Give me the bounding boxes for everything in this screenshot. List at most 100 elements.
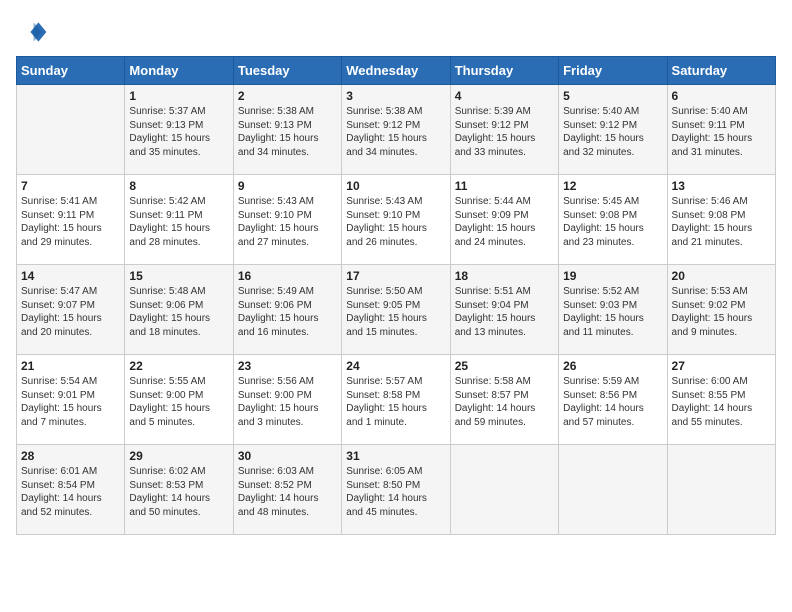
calendar-cell: 17Sunrise: 5:50 AM Sunset: 9:05 PM Dayli… — [342, 265, 450, 355]
column-header-friday: Friday — [559, 57, 667, 85]
day-info: Sunrise: 5:56 AM Sunset: 9:00 PM Dayligh… — [238, 375, 337, 429]
calendar-cell: 19 Sunrise: 5:52 AM Sunset: 9:03 PM Dayli… — [559, 265, 667, 355]
calendar-cell: 2 Sunrise: 5:38 AM Sunset: 9:13 PM Daylig… — [233, 85, 341, 175]
calendar-cell: 15 Sunrise: 5:48 AM Sunset: 9:06 PM Dayli… — [125, 265, 233, 355]
day-info: Sunrise: 5:40 AM Sunset: 9:11 PM Dayligh… — [672, 105, 771, 159]
column-header-tuesday: Tuesday — [233, 57, 341, 85]
day-number: 28 — [21, 449, 120, 463]
day-number: 7 — [21, 179, 120, 193]
day-number: 11 — [455, 179, 554, 193]
week-row-2: 7 Sunrise: 5:41 AM Sunset: 9:11 PM Daylig… — [17, 175, 776, 265]
day-number: 18 — [455, 269, 554, 283]
day-number: 8 — [129, 179, 228, 193]
day-number: 12 — [563, 179, 662, 193]
day-number: 10 — [346, 179, 445, 193]
calendar-cell: 28Sunrise: 6:01 AM Sunset: 8:54 PM Dayli… — [17, 445, 125, 535]
day-info: Sunrise: 5:51 AM Sunset: 9:04 PM Dayligh… — [455, 285, 554, 339]
day-number: 1 — [129, 89, 228, 103]
day-info: Sunrise: 6:05 AM Sunset: 8:50 PM Dayligh… — [346, 465, 445, 519]
column-header-sunday: Sunday — [17, 57, 125, 85]
calendar-table: SundayMondayTuesdayWednesdayThursdayFrid… — [16, 56, 776, 535]
logo-icon — [16, 16, 48, 48]
calendar-cell: 9 Sunrise: 5:43 AM Sunset: 9:10 PM Daylig… — [233, 175, 341, 265]
calendar-cell: 14 Sunrise: 5:47 AM Sunset: 9:07 PM Dayli… — [17, 265, 125, 355]
day-number: 22 — [129, 359, 228, 373]
day-info: Sunrise: 5:49 AM Sunset: 9:06 PM Dayligh… — [238, 285, 337, 339]
calendar-cell: 24Sunrise: 5:57 AM Sunset: 8:58 PM Dayli… — [342, 355, 450, 445]
day-info: Sunrise: 5:43 AM Sunset: 9:10 PM Dayligh… — [238, 195, 337, 249]
day-number: 15 — [129, 269, 228, 283]
calendar-cell: 13 Sunrise: 5:46 AM Sunset: 9:08 PM Dayli… — [667, 175, 775, 265]
day-number: 5 — [563, 89, 662, 103]
day-info: Sunrise: 5:53 AM Sunset: 9:02 PM Dayligh… — [672, 285, 771, 339]
calendar-cell: 11Sunrise: 5:44 AM Sunset: 9:09 PM Dayli… — [450, 175, 558, 265]
day-number: 9 — [238, 179, 337, 193]
day-info: Sunrise: 5:43 AM Sunset: 9:10 PM Dayligh… — [346, 195, 445, 249]
page-header — [16, 16, 776, 48]
column-header-wednesday: Wednesday — [342, 57, 450, 85]
calendar-cell: 22 Sunrise: 5:55 AM Sunset: 9:00 PM Dayli… — [125, 355, 233, 445]
calendar-cell: 4 Sunrise: 5:39 AM Sunset: 9:12 PM Daylig… — [450, 85, 558, 175]
day-number: 14 — [21, 269, 120, 283]
day-number: 16 — [238, 269, 337, 283]
day-info: Sunrise: 5:47 AM Sunset: 9:07 PM Dayligh… — [21, 285, 120, 339]
day-info: Sunrise: 5:55 AM Sunset: 9:00 PM Dayligh… — [129, 375, 228, 429]
calendar-cell — [667, 445, 775, 535]
day-info: Sunrise: 5:50 AM Sunset: 9:05 PM Dayligh… — [346, 285, 445, 339]
calendar-cell — [559, 445, 667, 535]
day-info: Sunrise: 6:03 AM Sunset: 8:52 PM Dayligh… — [238, 465, 337, 519]
calendar-cell: 18 Sunrise: 5:51 AM Sunset: 9:04 PM Dayli… — [450, 265, 558, 355]
day-number: 3 — [346, 89, 445, 103]
day-info: Sunrise: 5:42 AM Sunset: 9:11 PM Dayligh… — [129, 195, 228, 249]
calendar-cell: 7 Sunrise: 5:41 AM Sunset: 9:11 PM Daylig… — [17, 175, 125, 265]
day-info: Sunrise: 5:54 AM Sunset: 9:01 PM Dayligh… — [21, 375, 120, 429]
day-number: 25 — [455, 359, 554, 373]
calendar-cell: 20 Sunrise: 5:53 AM Sunset: 9:02 PM Dayli… — [667, 265, 775, 355]
week-row-5: 28Sunrise: 6:01 AM Sunset: 8:54 PM Dayli… — [17, 445, 776, 535]
day-info: Sunrise: 5:48 AM Sunset: 9:06 PM Dayligh… — [129, 285, 228, 339]
day-info: Sunrise: 6:02 AM Sunset: 8:53 PM Dayligh… — [129, 465, 228, 519]
day-info: Sunrise: 5:58 AM Sunset: 8:57 PM Dayligh… — [455, 375, 554, 429]
day-info: Sunrise: 5:45 AM Sunset: 9:08 PM Dayligh… — [563, 195, 662, 249]
day-info: Sunrise: 5:57 AM Sunset: 8:58 PM Dayligh… — [346, 375, 445, 429]
calendar-cell: 5 Sunrise: 5:40 AM Sunset: 9:12 PM Daylig… — [559, 85, 667, 175]
column-header-saturday: Saturday — [667, 57, 775, 85]
day-info: Sunrise: 5:38 AM Sunset: 9:13 PM Dayligh… — [238, 105, 337, 159]
week-row-1: 1 Sunrise: 5:37 AM Sunset: 9:13 PM Daylig… — [17, 85, 776, 175]
day-info: Sunrise: 5:52 AM Sunset: 9:03 PM Dayligh… — [563, 285, 662, 339]
day-number: 26 — [563, 359, 662, 373]
calendar-cell — [450, 445, 558, 535]
week-row-3: 14 Sunrise: 5:47 AM Sunset: 9:07 PM Dayli… — [17, 265, 776, 355]
day-info: Sunrise: 5:39 AM Sunset: 9:12 PM Dayligh… — [455, 105, 554, 159]
column-header-thursday: Thursday — [450, 57, 558, 85]
header-row: SundayMondayTuesdayWednesdayThursdayFrid… — [17, 57, 776, 85]
day-info: Sunrise: 5:41 AM Sunset: 9:11 PM Dayligh… — [21, 195, 120, 249]
day-number: 21 — [21, 359, 120, 373]
calendar-cell: 25 Sunrise: 5:58 AM Sunset: 8:57 PM Dayli… — [450, 355, 558, 445]
day-info: Sunrise: 5:37 AM Sunset: 9:13 PM Dayligh… — [129, 105, 228, 159]
calendar-cell: 10 Sunrise: 5:43 AM Sunset: 9:10 PM Dayli… — [342, 175, 450, 265]
day-info: Sunrise: 5:40 AM Sunset: 9:12 PM Dayligh… — [563, 105, 662, 159]
day-number: 2 — [238, 89, 337, 103]
day-number: 20 — [672, 269, 771, 283]
calendar-cell — [17, 85, 125, 175]
day-number: 27 — [672, 359, 771, 373]
day-number: 13 — [672, 179, 771, 193]
day-number: 29 — [129, 449, 228, 463]
day-info: Sunrise: 5:46 AM Sunset: 9:08 PM Dayligh… — [672, 195, 771, 249]
day-number: 19 — [563, 269, 662, 283]
calendar-cell: 6 Sunrise: 5:40 AM Sunset: 9:11 PM Daylig… — [667, 85, 775, 175]
calendar-cell: 27 Sunrise: 6:00 AM Sunset: 8:55 PM Dayli… — [667, 355, 775, 445]
calendar-cell: 16 Sunrise: 5:49 AM Sunset: 9:06 PM Dayli… — [233, 265, 341, 355]
day-number: 4 — [455, 89, 554, 103]
calendar-cell: 31Sunrise: 6:05 AM Sunset: 8:50 PM Dayli… — [342, 445, 450, 535]
calendar-cell: 30Sunrise: 6:03 AM Sunset: 8:52 PM Dayli… — [233, 445, 341, 535]
day-info: Sunrise: 6:00 AM Sunset: 8:55 PM Dayligh… — [672, 375, 771, 429]
day-number: 23 — [238, 359, 337, 373]
calendar-cell: 21 Sunrise: 5:54 AM Sunset: 9:01 PM Dayli… — [17, 355, 125, 445]
day-number: 6 — [672, 89, 771, 103]
calendar-cell: 12 Sunrise: 5:45 AM Sunset: 9:08 PM Dayli… — [559, 175, 667, 265]
column-header-monday: Monday — [125, 57, 233, 85]
logo — [16, 16, 52, 48]
calendar-cell: 26Sunrise: 5:59 AM Sunset: 8:56 PM Dayli… — [559, 355, 667, 445]
